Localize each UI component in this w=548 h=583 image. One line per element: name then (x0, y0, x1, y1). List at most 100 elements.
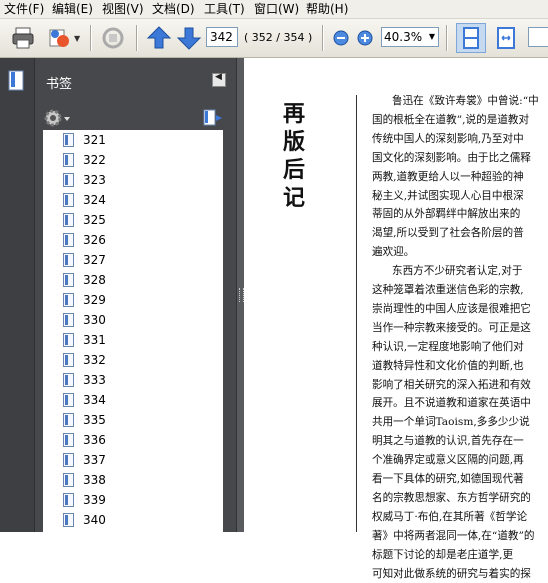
page-icon (63, 353, 74, 367)
page-icon (63, 513, 74, 527)
zoom-out-icon (333, 30, 349, 46)
menu-file[interactable]: 文件(F) (4, 1, 44, 17)
bookmark-item[interactable]: 332 (43, 350, 223, 370)
menu-view[interactable]: 视图(V) (102, 1, 144, 17)
text-line: 东西方不少研究者认定,对于 (392, 262, 548, 281)
next-page-button[interactable] (176, 25, 202, 51)
share-icon (46, 25, 72, 51)
bookmark-item[interactable]: 329 (43, 290, 223, 310)
bookmark-label: 339 (83, 490, 106, 510)
panel-icon-strip (0, 58, 35, 532)
menu-tools[interactable]: 工具(T) (204, 1, 245, 17)
menu-help[interactable]: 帮助(H) (306, 1, 348, 17)
bookmark-label: 329 (83, 290, 106, 310)
bookmarks-title: 书签 (46, 73, 72, 92)
page-icon (63, 393, 74, 407)
page-icon (63, 193, 74, 207)
fit-width-button[interactable] (492, 24, 520, 52)
text-line: 传统中国人的深刻影响,乃至对中 (372, 130, 542, 149)
bookmark-expand-icon (202, 108, 224, 128)
bookmark-label: 330 (83, 310, 106, 330)
zoom-in-button[interactable] (357, 30, 373, 46)
page-icon (63, 133, 74, 147)
bookmark-item[interactable]: 321 (43, 130, 223, 150)
page-icon (63, 413, 74, 427)
bookmark-item[interactable]: 322 (43, 150, 223, 170)
fit-page-button[interactable] (456, 23, 486, 53)
title-char: 记 (283, 180, 305, 212)
bookmark-item[interactable]: 327 (43, 250, 223, 270)
bookmark-item[interactable]: 336 (43, 430, 223, 450)
bookmark-item[interactable]: 330 (43, 310, 223, 330)
text-line: 个准确界定或意义区隔的问题,再 (372, 451, 542, 470)
page-icon (63, 273, 74, 287)
sync-icon (100, 25, 126, 51)
text-line: 遍欢迎。 (372, 243, 542, 262)
text-line: 明其之与道教的认识,首先存在一 (372, 432, 542, 451)
menu-document[interactable]: 文档(D) (152, 1, 195, 17)
collapse-panel-button[interactable]: ◀ (212, 73, 226, 87)
text-line: 国文化的深刻影响。由于比之儒释 (372, 149, 542, 168)
bookmark-label: 332 (83, 350, 106, 370)
bookmark-label: 323 (83, 170, 106, 190)
bookmark-item[interactable]: 335 (43, 410, 223, 430)
bookmark-item[interactable]: 337 (43, 450, 223, 470)
page-icon (63, 433, 74, 447)
bookmark-label: 335 (83, 410, 106, 430)
bookmark-item[interactable]: 340 (43, 510, 223, 530)
page-number-input[interactable] (206, 27, 238, 47)
text-line: 看一下具体的研究,如德国现代著 (372, 470, 542, 489)
bookmarks-tab[interactable] (8, 70, 26, 92)
bookmark-item[interactable]: 333 (43, 370, 223, 390)
bookmark-label: 325 (83, 210, 106, 230)
toolbar: ▼ ( 352 / 354 ) 40.3% ▼ (0, 19, 548, 58)
search-input[interactable] (528, 27, 548, 47)
bookmark-item[interactable]: 324 (43, 190, 223, 210)
text-line: 鲁迅在《致许寿裳》中曾说:“中 (392, 92, 548, 111)
page-icon (63, 213, 74, 227)
bookmark-item[interactable]: 331 (43, 330, 223, 350)
bookmark-label: 328 (83, 270, 106, 290)
chevron-down-icon: ▼ (429, 28, 435, 46)
bookmark-label: 340 (83, 510, 106, 530)
bookmark-list[interactable]: 3213223233243253263273283293303313323333… (43, 130, 223, 532)
text-line: 标题下讨论的却是老庄道学,更 (372, 546, 542, 565)
bookmark-item[interactable]: 338 (43, 470, 223, 490)
dropdown-arrow-icon[interactable]: ▼ (74, 34, 80, 43)
bookmark-label: 322 (83, 150, 106, 170)
sync-button[interactable] (100, 25, 126, 51)
bookmark-item[interactable]: 325 (43, 210, 223, 230)
text-line: 这种笼罩着浓重迷信色彩的宗教, (372, 281, 542, 300)
bookmark-label: 336 (83, 430, 106, 450)
menu-window[interactable]: 窗口(W) (254, 1, 299, 17)
bookmark-item[interactable]: 328 (43, 270, 223, 290)
bookmark-item[interactable]: 339 (43, 490, 223, 510)
menu-edit[interactable]: 编辑(E) (52, 1, 93, 17)
bookmark-item[interactable]: 334 (43, 390, 223, 410)
text-line: 渴望,所以受到了社会各阶层的普 (372, 224, 542, 243)
page-icon (63, 453, 74, 467)
bookmark-item[interactable]: 323 (43, 170, 223, 190)
zoom-out-button[interactable] (333, 30, 349, 46)
bookmark-options-button[interactable] (44, 108, 72, 128)
zoom-select[interactable]: 40.3% ▼ (381, 27, 439, 47)
page-divider-line (356, 95, 357, 532)
page-icon (63, 173, 74, 187)
zoom-value: 40.3% (384, 30, 422, 44)
bookmark-label: 324 (83, 190, 106, 210)
text-line: 共用一个单词Taoism,多多少少说 (372, 413, 542, 432)
toolbar-divider (136, 25, 138, 51)
page-icon (63, 293, 74, 307)
bookmark-item[interactable]: 326 (43, 230, 223, 250)
text-line: 崇尚理性的中国人应该是很难把它 (372, 300, 542, 319)
text-line: 秘主义,并试图实现人心目中根深 (372, 187, 542, 206)
fit-page-icon (457, 24, 485, 52)
toolbar-divider (90, 25, 92, 51)
print-button[interactable] (10, 25, 36, 51)
previous-page-button[interactable] (146, 25, 172, 51)
share-button[interactable] (46, 25, 72, 51)
bookmark-label: 321 (83, 130, 106, 150)
expand-bookmark-button[interactable] (202, 108, 224, 128)
arrow-up-icon (146, 25, 172, 51)
text-line: 道教特异性和文化价值的判断,也 (372, 357, 542, 376)
